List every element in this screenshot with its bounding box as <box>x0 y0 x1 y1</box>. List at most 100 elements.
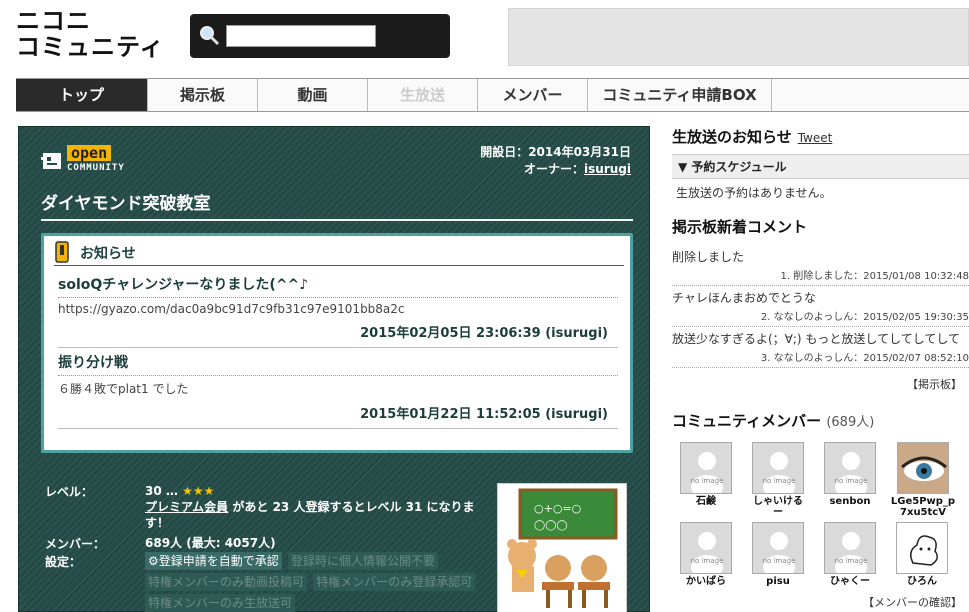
member-name: しゃいけるー <box>753 496 803 518</box>
open-date-block: 開設日：2014年03月31日 オーナー：isurugi <box>480 144 631 178</box>
news-item-title[interactable]: soloQチャレンジャーなりました(^^♪ <box>58 274 618 298</box>
tab-members[interactable]: メンバー <box>478 79 588 111</box>
bbs-heading: 掲示板新着コメント <box>672 218 808 236</box>
search-input[interactable] <box>226 25 376 47</box>
member-name: かいばら <box>686 576 726 587</box>
no-image-avatar-icon <box>825 443 875 493</box>
comment-meta: 2. ななしのよっしん：2015/02/05 19:30:35 <box>760 312 969 323</box>
member-card[interactable]: no image senbon <box>822 442 878 507</box>
no-image-label: no image <box>762 477 796 485</box>
open-community-badge: open COMMUNITY <box>41 145 151 179</box>
avatar: no image <box>752 522 804 574</box>
drawing-avatar-icon <box>897 523 947 573</box>
level-stars: ★★★ <box>182 484 215 498</box>
logo-line-2: コミュニティ <box>16 33 165 61</box>
avatar: no image <box>824 522 876 574</box>
member-card[interactable]: no image しゃいけるー <box>750 442 806 518</box>
member-card[interactable]: no image 石鹸 <box>678 442 734 507</box>
community-title: ダイヤモンド突破教室 <box>41 194 211 214</box>
avatar <box>897 442 949 494</box>
premium-member-link[interactable]: プレミアム会員 <box>145 500 228 514</box>
tab-video[interactable]: 動画 <box>258 79 368 111</box>
comment-meta: 3. ななしのよっしん：2015/02/07 08:52:10 <box>760 353 969 364</box>
member-link[interactable]: 【メンバーの確認】 <box>672 594 962 610</box>
setting-privileged-approve: 特権メンバーのみ登録承認可 <box>313 573 476 591</box>
member-count: (689人) <box>826 415 875 430</box>
no-image-avatar-icon <box>753 523 803 573</box>
logo-line-1: ニコニ <box>16 7 91 35</box>
schedule-bar[interactable]: ▼ 予約スケジュール <box>672 154 969 179</box>
community-icon-image[interactable]: ○+○=○ ◯◯◯ <box>497 483 627 612</box>
bbs-comment[interactable]: チャレほんまおめでとうな 2. ななしのよっしん：2015/02/05 19:3… <box>672 289 969 327</box>
no-image-label: no image <box>834 477 868 485</box>
no-image-avatar-icon <box>681 443 731 493</box>
notice-icon <box>55 241 69 263</box>
setting-label: 登録申請を自動で承認 <box>158 554 279 568</box>
member-card[interactable]: ひろん <box>894 522 950 587</box>
premium-text-b: 人登録するとレベル <box>293 500 402 514</box>
member-name: LGe5Pwp_p7xu5tcV <box>890 496 956 518</box>
title-divider <box>41 219 633 221</box>
tweet-link[interactable]: Tweet <box>798 131 833 145</box>
bbs-comment[interactable]: 放送少なすぎるよ(；∀;) もっと放送してしてしてして 3. ななしのよっしん：… <box>672 330 969 368</box>
setting-privileged-video: 特権メンバーのみ動画投稿可 <box>145 573 308 591</box>
badge-open-text: open <box>67 145 112 161</box>
premium-count: 23 <box>272 500 290 514</box>
settings-list: ⚙登録申請を自動で承認 登録時に個人情報公開不要 特権メンバーのみ動画投稿可 特… <box>145 551 485 612</box>
member-name: ひろん <box>907 576 937 587</box>
news-item-title[interactable]: 振り分け戦 <box>58 352 618 376</box>
tab-live: 生放送 <box>368 79 478 111</box>
setting-no-personal-info: 登録時に個人情報公開不要 <box>287 552 438 570</box>
member-heading-text: コミュニティメンバー <box>672 412 822 430</box>
live-heading-text: 生放送のお知らせ <box>672 128 792 146</box>
search-box: 検索 <box>190 14 630 58</box>
level-number: 30 … <box>145 484 178 498</box>
news-item: soloQチャレンジャーなりました(^^♪ https://gyazo.com/… <box>58 274 618 348</box>
level-value: 30 … ★★★ <box>145 483 485 499</box>
search-icon <box>200 26 220 46</box>
no-image-label: no image <box>690 477 724 485</box>
member-card[interactable]: no image かいばら <box>678 522 734 587</box>
tab-top[interactable]: トップ <box>16 79 148 111</box>
avatar: no image <box>680 442 732 494</box>
settings-label: 設定： <box>45 555 82 569</box>
premium-text-a: があと <box>232 500 269 514</box>
news-item-date: 2015年02月05日 23:06:39 (isurugi) <box>58 322 618 348</box>
bbs-link[interactable]: 【掲示板】 <box>672 376 962 392</box>
premium-next-level: 31 <box>405 500 423 514</box>
bbs-comment[interactable]: 削除しました 1. 削除しました：2015/01/08 10:32:48 <box>672 248 969 286</box>
member-card[interactable]: no image pisu <box>750 522 806 587</box>
tab-bbs[interactable]: 掲示板 <box>148 79 258 111</box>
no-image-label: no image <box>762 557 796 565</box>
plug-icon <box>41 153 61 169</box>
tab-application-box[interactable]: コミュニティ申請BOX <box>588 79 772 111</box>
level-label: レベル： <box>45 485 94 499</box>
premium-progress: プレミアム会員 があと 23 人登録するとレベル 31 になります！ <box>145 499 485 531</box>
news-header: お知らせ <box>54 240 624 266</box>
news-item-body: https://gyazo.com/dac0a9bc91d7c9fb31c97e… <box>58 302 405 316</box>
main-nav: トップ 掲示板 動画 生放送 メンバー コミュニティ申請BOX <box>16 78 969 112</box>
avatar <box>896 522 948 574</box>
no-live-message: 生放送の予約はありません。 <box>676 186 832 200</box>
setting-auto-approve: ⚙登録申請を自動で承認 <box>145 552 282 570</box>
badge-community-text: COMMUNITY <box>67 163 125 173</box>
no-image-avatar-icon <box>825 523 875 573</box>
avatar: no image <box>752 442 804 494</box>
niconico-community-logo[interactable]: ニコニ コミュニティ <box>16 8 165 60</box>
news-item-date: 2015年01月22日 11:52:05 (isurugi) <box>58 403 618 429</box>
member-card[interactable]: LGe5Pwp_p7xu5tcV <box>890 442 956 518</box>
community-panel: open COMMUNITY 開設日：2014年03月31日 オーナー：isur… <box>18 126 650 612</box>
news-heading: お知らせ <box>80 246 136 262</box>
no-image-label: no image <box>690 557 724 565</box>
no-image-label: no image <box>834 557 868 565</box>
comment-text: 放送少なすぎるよ(；∀;) もっと放送してしてしてして <box>672 332 960 346</box>
member-value: 689人 (最大: 4057人) <box>145 536 276 550</box>
comment-text: チャレほんまおめでとうな <box>672 291 816 305</box>
member-heading: コミュニティメンバー (689人) <box>672 410 874 431</box>
comment-meta: 1. 削除しました：2015/01/08 10:32:48 <box>780 271 969 282</box>
no-image-avatar-icon <box>681 523 731 573</box>
owner-link[interactable]: isurugi <box>584 162 631 176</box>
open-date: 開設日：2014年03月31日 <box>480 145 631 159</box>
member-card[interactable]: no image ひゃくー <box>822 522 878 587</box>
svg-text:◯◯◯: ◯◯◯ <box>534 520 568 531</box>
